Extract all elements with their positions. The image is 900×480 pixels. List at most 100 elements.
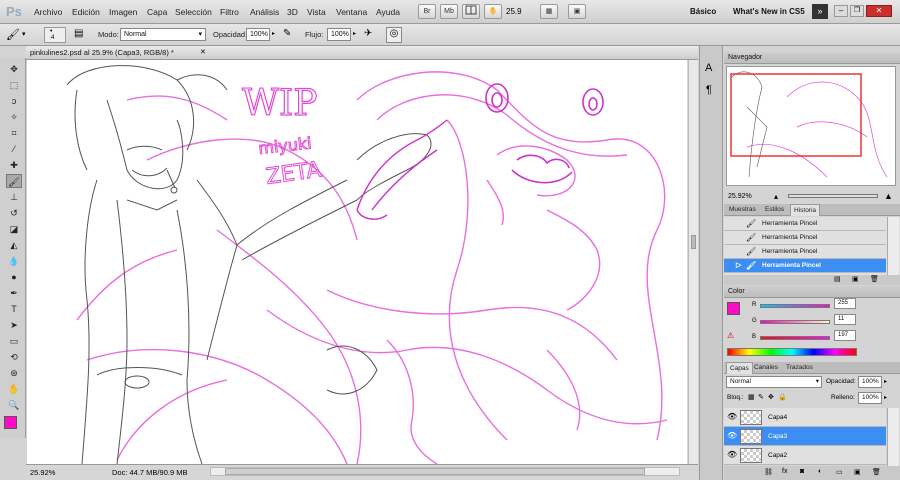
menu-ventana[interactable]: Ventana [336,7,367,17]
paint-bucket-tool-icon[interactable]: ◭ [6,238,22,252]
healing-brush-tool-icon[interactable]: ✚ [6,158,22,172]
menu-ayuda[interactable]: Ayuda [376,7,400,17]
menu-vista[interactable]: Vista [307,7,326,17]
layer-opacity-field[interactable]: 100% [858,376,882,388]
brush-tool-icon[interactable]: 🖌 [6,28,20,41]
color-title[interactable]: Color [724,286,900,298]
blend-mode-select[interactable]: Normal ▾ [726,376,822,388]
trash-icon[interactable]: 🗑 [870,275,879,283]
history-item[interactable]: 🖌 Herramienta Pincel [724,217,886,231]
tool-preset-chevron-icon[interactable]: ▾ [22,30,26,38]
close-window-button[interactable]: ✕ [866,5,892,17]
brush-tool-selected-icon[interactable]: 🖌 [6,174,22,188]
character-panel-icon[interactable]: A [705,62,712,74]
vertical-scrollbar[interactable] [688,60,698,464]
marquee-tool-icon[interactable]: ⬚ [6,78,22,92]
menu-edicion[interactable]: Edición [72,7,100,17]
eraser-tool-icon[interactable]: ◪ [6,222,22,236]
vertical-scroll-thumb[interactable] [691,235,696,249]
lock-all-icon[interactable]: 🔒 [778,393,787,401]
status-zoom[interactable]: 25.92% [30,468,55,477]
hand-tool-button[interactable]: ✋ [484,4,502,19]
new-document-icon[interactable]: ▤ [834,275,841,283]
adjustment-layer-icon[interactable]: ◐ [818,468,822,475]
tab-muestras[interactable]: Muestras [726,204,759,216]
close-document-icon[interactable]: ✕ [200,48,206,56]
eyedropper-tool-icon[interactable]: ⁄ [6,142,22,156]
zoom-in-icon[interactable]: ▲ [884,191,893,201]
bridge-button[interactable]: Br [418,4,436,19]
b-field[interactable]: 197 [834,330,856,341]
pressure-size-icon[interactable]: ◎ [386,27,402,43]
new-snapshot-icon[interactable]: ▣ [852,275,859,283]
fill-slider-icon[interactable]: ▸ [884,394,887,401]
visibility-eye-icon[interactable]: 👁 [727,432,737,440]
navigator-preview[interactable] [726,66,896,186]
layers-scrollbar[interactable] [887,408,899,466]
tab-estilos[interactable]: Estilos [762,204,787,216]
clone-stamp-tool-icon[interactable]: ⊥ [6,190,22,204]
screen-mode-button[interactable]: ▣ [568,4,586,19]
dodge-tool-icon[interactable]: ● [6,270,22,284]
menu-analisis[interactable]: Análisis [250,7,279,17]
opacity-slider-icon[interactable]: ▸ [272,30,275,37]
visibility-eye-icon[interactable]: 👁 [727,451,737,459]
lock-position-icon[interactable]: ✥ [768,393,774,401]
tab-capas[interactable]: Capas [726,362,753,374]
opacity-field[interactable]: 100% [246,28,270,41]
flow-slider-icon[interactable]: ▸ [353,30,356,37]
layer-opacity-slider-icon[interactable]: ▸ [884,378,887,385]
extras-button[interactable] [462,4,480,19]
tab-canales[interactable]: Canales [751,362,781,374]
tab-trazados[interactable]: Trazados [783,362,816,374]
mini-bridge-button[interactable]: Mb [440,4,458,19]
airbrush-icon[interactable]: ✈ [364,28,372,39]
path-select-tool-icon[interactable]: ➤ [6,318,22,332]
history-item[interactable]: 🖌 Herramienta Pincel [724,231,886,245]
type-tool-icon[interactable]: T [6,302,22,316]
restore-button[interactable]: ❐ [850,5,864,17]
layer-style-icon[interactable]: fx [782,468,787,475]
minimize-button[interactable]: – [834,5,848,17]
navigator-zoom[interactable]: 25.92% [728,193,752,200]
3d-rotate-tool-icon[interactable]: ⟲ [6,350,22,364]
menu-seleccion[interactable]: Selección [175,7,212,17]
crop-tool-icon[interactable]: ⌗ [6,126,22,140]
mode-select[interactable]: Normal ▾ [120,28,206,41]
menu-3d[interactable]: 3D [287,7,298,17]
navigator-title[interactable]: Navegador [724,52,900,64]
g-slider[interactable] [760,320,830,324]
status-doc-size[interactable]: Doc: 44.7 MB/90.9 MB [112,468,187,477]
history-brush-tool-icon[interactable]: ↺ [6,206,22,220]
menu-imagen[interactable]: Imagen [109,7,137,17]
menu-filtro[interactable]: Filtro [220,7,239,17]
horizontal-scroll-thumb[interactable] [225,468,645,475]
color-fg-swatch[interactable] [727,302,740,315]
new-group-icon[interactable]: ▭ [836,468,843,476]
history-scrollbar[interactable] [887,217,899,275]
canvas[interactable]: WIP miyuki ZETA [27,60,687,464]
r-field[interactable]: 255 [834,298,856,309]
rectangle-tool-icon[interactable]: ▭ [6,334,22,348]
link-layers-icon[interactable]: ⛓ [764,468,773,476]
tab-historia[interactable]: Historia [790,204,821,216]
b-slider[interactable] [760,336,830,340]
layer-row-capa2[interactable]: 👁 Capa2 [724,446,886,465]
brush-panel-icon[interactable]: ▤ [74,28,83,39]
workspace-whats-new[interactable]: What's New in CS5 [733,7,805,16]
zoom-tool-icon[interactable]: 🔍 [6,398,22,412]
flow-field[interactable]: 100% [327,28,351,41]
pressure-opacity-icon[interactable]: ✎ [283,28,291,39]
warning-icon[interactable]: ⚠ [727,331,734,340]
more-workspaces-icon[interactable]: » [812,4,828,19]
arrange-button[interactable]: ▦ [540,4,558,19]
lock-transparency-icon[interactable]: ▦ [748,393,755,401]
move-tool-icon[interactable]: ✥ [6,62,22,76]
lock-pixels-icon[interactable]: ✎ [758,393,764,401]
menu-capa[interactable]: Capa [147,7,167,17]
blur-tool-icon[interactable]: 💧 [6,254,22,268]
fill-field[interactable]: 100% [858,392,882,404]
layer-row-capa4[interactable]: 👁 Capa4 [724,408,886,427]
quick-select-tool-icon[interactable]: ✧ [6,110,22,124]
color-spectrum-ramp[interactable] [727,348,857,356]
